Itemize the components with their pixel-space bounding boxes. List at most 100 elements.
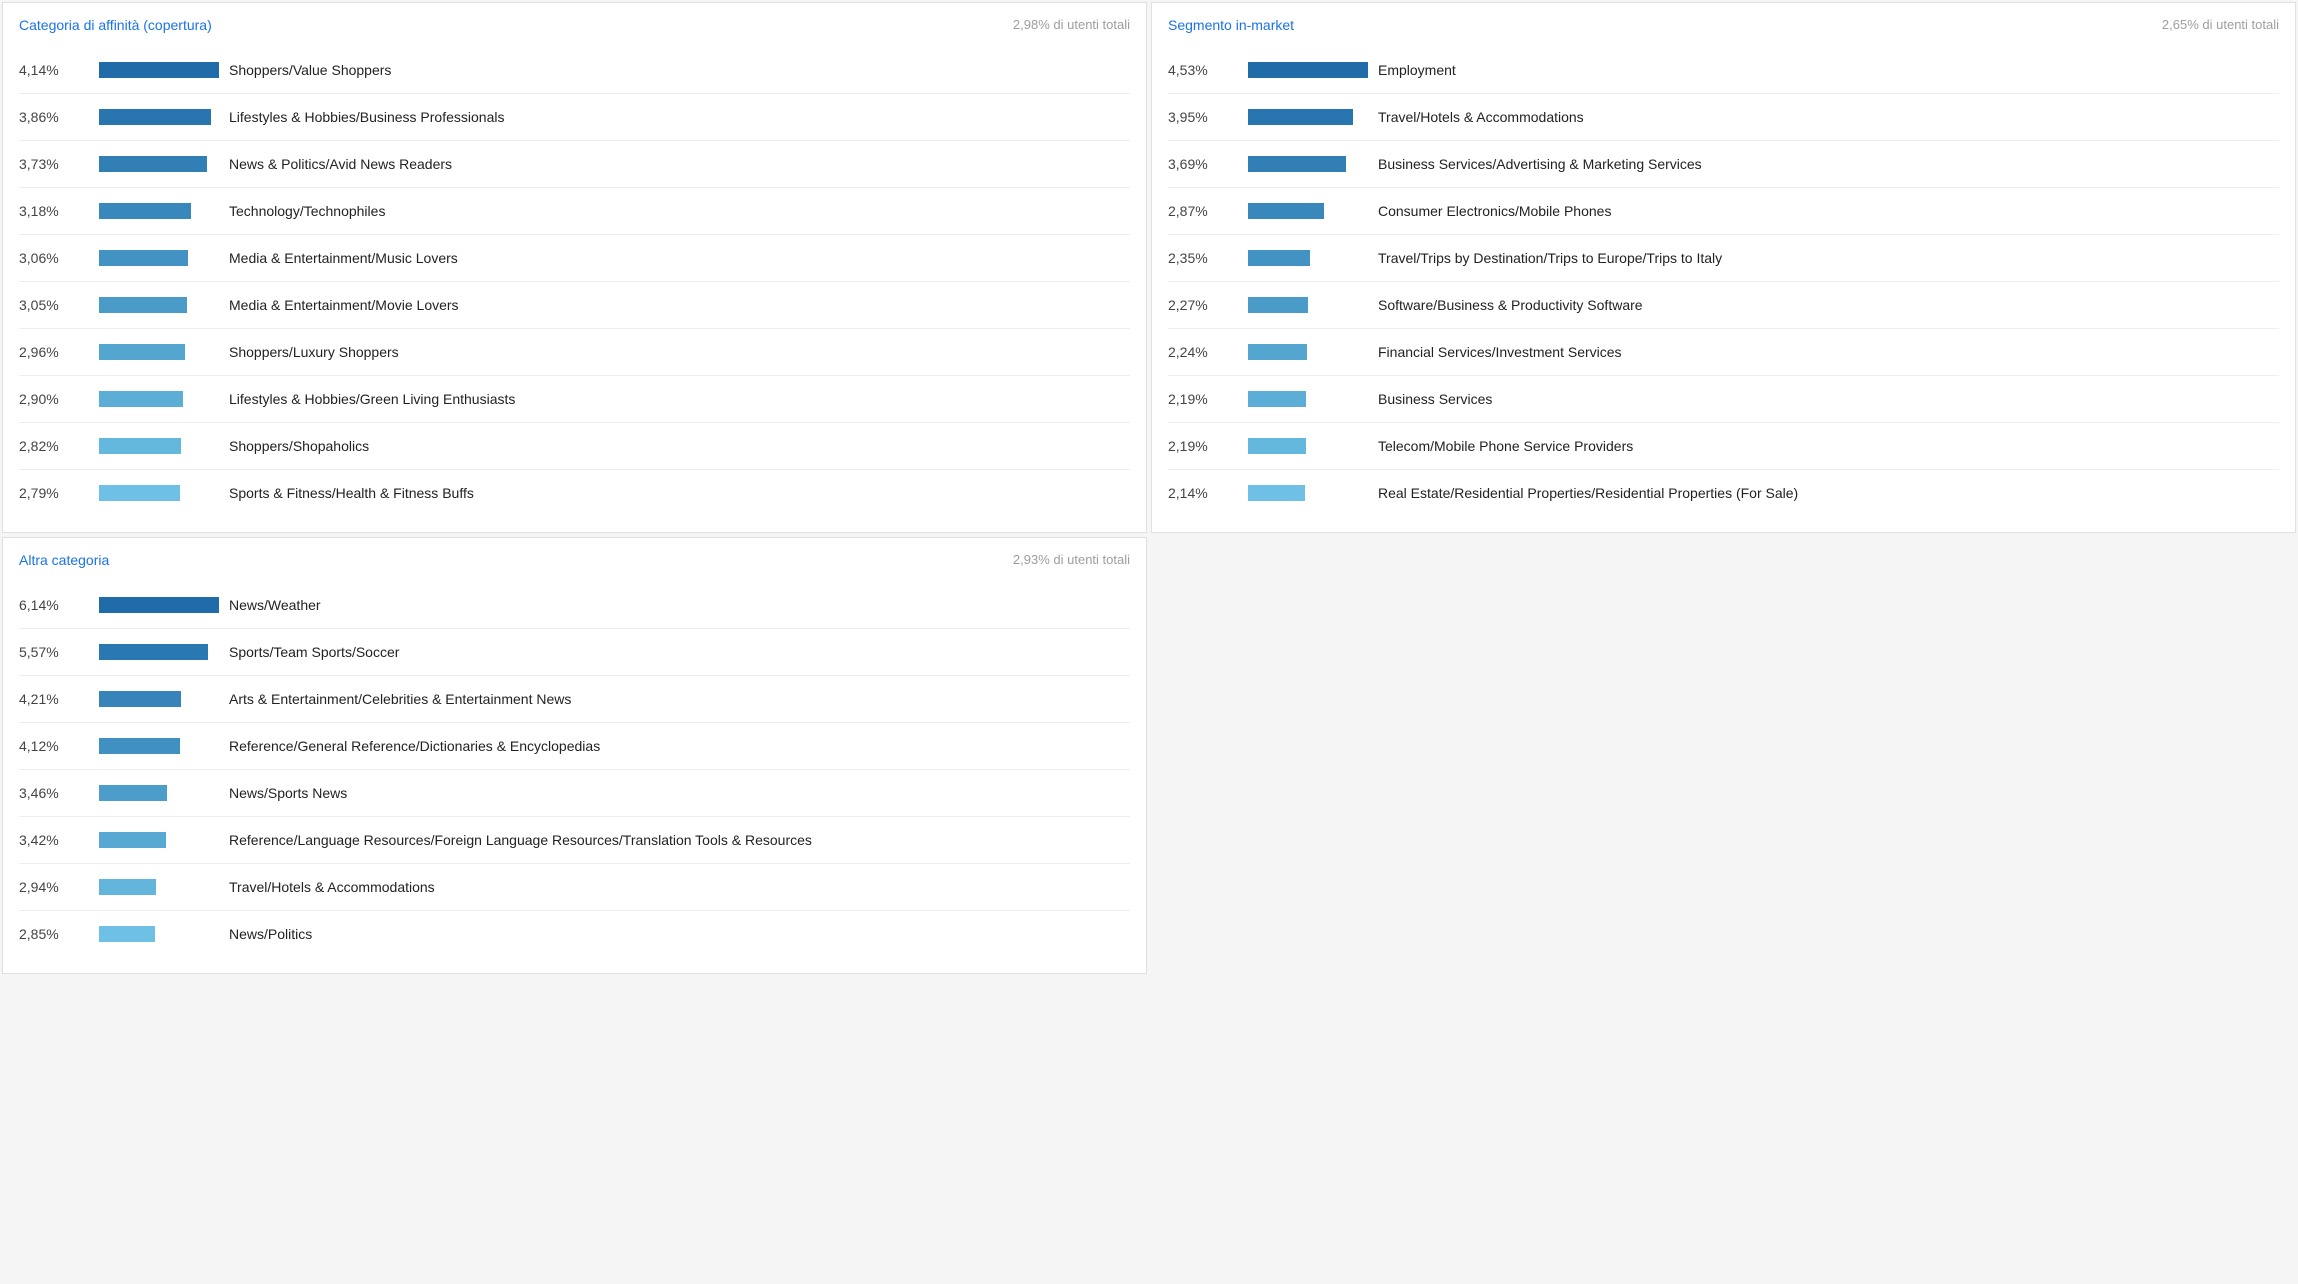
row-bar [99, 879, 156, 895]
row-percent: 2,90% [19, 391, 99, 407]
row-label: Shoppers/Value Shoppers [219, 61, 1130, 79]
row-label: Business Services [1368, 390, 2279, 408]
row-percent: 5,57% [19, 644, 99, 660]
row-bar-cell [1248, 391, 1368, 407]
row-bar [99, 203, 191, 219]
row-percent: 2,85% [19, 926, 99, 942]
row-percent: 2,79% [19, 485, 99, 501]
table-row[interactable]: 2,90%Lifestyles & Hobbies/Green Living E… [19, 375, 1130, 422]
table-row[interactable]: 2,35%Travel/Trips by Destination/Trips t… [1168, 234, 2279, 281]
table-row[interactable]: 3,18%Technology/Technophiles [19, 187, 1130, 234]
table-row[interactable]: 3,95%Travel/Hotels & Accommodations [1168, 93, 2279, 140]
table-row[interactable]: 4,53%Employment [1168, 47, 2279, 93]
table-row[interactable]: 2,27%Software/Business & Productivity So… [1168, 281, 2279, 328]
table-row[interactable]: 3,06%Media & Entertainment/Music Lovers [19, 234, 1130, 281]
table-row[interactable]: 2,87% Consumer Electronics/Mobile Phones [1168, 187, 2279, 234]
table-row[interactable]: 3,86% Lifestyles & Hobbies/Business Profe… [19, 93, 1130, 140]
row-percent: 4,21% [19, 691, 99, 707]
row-percent: 4,53% [1168, 62, 1248, 78]
table-row[interactable]: 4,14% Shoppers/Value Shoppers [19, 47, 1130, 93]
row-bar [99, 250, 188, 266]
row-bar-cell [99, 62, 219, 78]
table-row[interactable]: 3,05%Media & Entertainment/Movie Lovers [19, 281, 1130, 328]
panel-title: Altra categoria [19, 552, 109, 568]
row-bar-cell [99, 297, 219, 313]
row-label: Sports & Fitness/Health & Fitness Buffs [219, 484, 1130, 502]
table-row[interactable]: 3,69% Business Services/Advertising & Mar… [1168, 140, 2279, 187]
row-bar [99, 785, 167, 801]
row-label: Media & Entertainment/Music Lovers [219, 249, 1130, 267]
panel-other: Altra categoria 2,93% di utenti totali 6… [2, 537, 1147, 974]
panel-title-link[interactable]: Categoria di affinità (copertura) [19, 17, 212, 33]
row-bar-cell [99, 832, 219, 848]
row-label: Shoppers/Shopaholics [219, 437, 1130, 455]
row-percent: 3,86% [19, 109, 99, 125]
table-row[interactable]: 3,42%Reference/Language Resources/Foreig… [19, 816, 1130, 863]
row-bar-cell [99, 879, 219, 895]
row-label: Lifestyles & Hobbies/Business Profession… [219, 108, 1130, 126]
row-bar-cell [99, 438, 219, 454]
row-percent: 2,87% [1168, 203, 1248, 219]
panel-title-link[interactable]: Segmento in-market [1168, 17, 1294, 33]
table-row[interactable]: 3,46%News/Sports News [19, 769, 1130, 816]
row-percent: 4,14% [19, 62, 99, 78]
row-bar-cell [99, 203, 219, 219]
row-bar [1248, 485, 1305, 501]
row-bar [99, 926, 155, 942]
row-bar [99, 438, 181, 454]
row-bar-cell [99, 156, 219, 172]
row-bar [1248, 344, 1307, 360]
row-label: Telecom/Mobile Phone Service Providers [1368, 437, 2279, 455]
row-bar [99, 297, 187, 313]
row-percent: 2,94% [19, 879, 99, 895]
row-percent: 2,19% [1168, 391, 1248, 407]
row-bar [99, 832, 166, 848]
row-label: Reference/Language Resources/Foreign Lan… [219, 831, 1130, 849]
row-percent: 6,14% [19, 597, 99, 613]
row-bar [99, 691, 181, 707]
panel-rows: 4,14% Shoppers/Value Shoppers 3,86% Lifesty… [3, 39, 1146, 532]
panels-grid: Categoria di affinità (copertura) 2,98% … [0, 0, 2298, 976]
panel-subtitle: 2,93% di utenti totali [1013, 552, 1130, 567]
table-row[interactable]: 4,21%Arts & Entertainment/Celebrities & … [19, 675, 1130, 722]
table-row[interactable]: 2,24%Financial Services/Investment Servi… [1168, 328, 2279, 375]
row-bar [1248, 391, 1306, 407]
row-bar-cell [99, 785, 219, 801]
row-label: Reference/General Reference/Dictionaries… [219, 737, 1130, 755]
panel-title-link[interactable]: Altra categoria [19, 552, 109, 568]
row-bar [99, 738, 180, 754]
row-label: Consumer Electronics/Mobile Phones [1368, 202, 2279, 220]
row-bar-cell [99, 597, 219, 613]
row-bar [99, 597, 219, 613]
panel-header: Segmento in-market 2,65% di utenti total… [1152, 3, 2295, 39]
row-percent: 2,24% [1168, 344, 1248, 360]
row-percent: 3,73% [19, 156, 99, 172]
table-row[interactable]: 2,19%Telecom/Mobile Phone Service Provid… [1168, 422, 2279, 469]
row-bar [99, 109, 211, 125]
table-row[interactable]: 2,79% Sports & Fitness/Health & Fitness B… [19, 469, 1130, 516]
panel-rows: 4,53%Employment3,95%Travel/Hotels & Acco… [1152, 39, 2295, 532]
table-row[interactable]: 4,12%Reference/General Reference/Diction… [19, 722, 1130, 769]
table-row[interactable]: 2,85% News/Politics [19, 910, 1130, 957]
table-row[interactable]: 2,96%Shoppers/Luxury Shoppers [19, 328, 1130, 375]
row-label: News/Politics [219, 925, 1130, 943]
row-bar-cell [99, 691, 219, 707]
row-bar [99, 644, 208, 660]
row-bar-cell [1248, 297, 1368, 313]
table-row[interactable]: 5,57%Sports/Team Sports/Soccer [19, 628, 1130, 675]
panel-header: Altra categoria 2,93% di utenti totali [3, 538, 1146, 574]
row-percent: 2,82% [19, 438, 99, 454]
table-row[interactable]: 2,14%Real Estate/Residential Properties/… [1168, 469, 2279, 516]
row-label: Shoppers/Luxury Shoppers [219, 343, 1130, 361]
row-label: Media & Entertainment/Movie Lovers [219, 296, 1130, 314]
row-label: Business Services/Advertising & Marketin… [1368, 155, 2279, 173]
table-row[interactable]: 2,82% Shoppers/Shopaholics [19, 422, 1130, 469]
row-bar-cell [99, 485, 219, 501]
table-row[interactable]: 3,73% News & Politics/Avid News Readers [19, 140, 1130, 187]
row-percent: 3,95% [1168, 109, 1248, 125]
table-row[interactable]: 6,14%News/Weather [19, 582, 1130, 628]
table-row[interactable]: 2,94%Travel/Hotels & Accommodations [19, 863, 1130, 910]
row-percent: 3,69% [1168, 156, 1248, 172]
table-row[interactable]: 2,19% Business Services [1168, 375, 2279, 422]
row-label: News & Politics/Avid News Readers [219, 155, 1130, 173]
